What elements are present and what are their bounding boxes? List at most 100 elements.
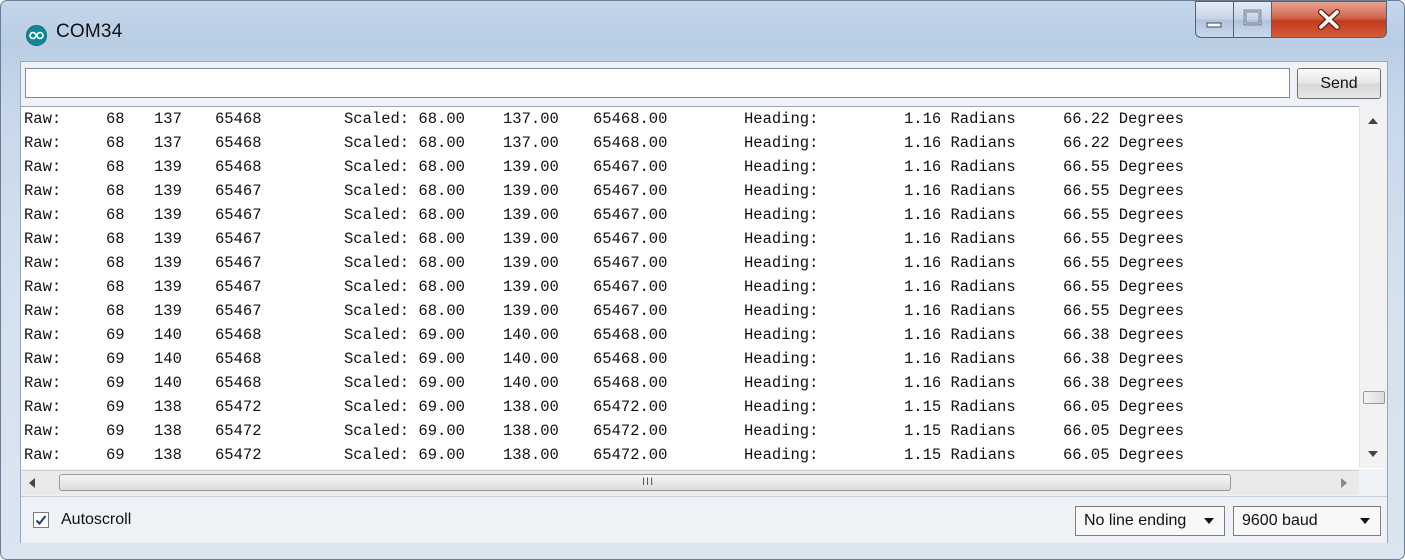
heading-degrees: 66.05 Degrees: [1063, 398, 1184, 416]
raw-y-value: 140: [154, 326, 182, 344]
scroll-left-icon[interactable]: [29, 478, 35, 488]
scaled-x-value: Scaled: 69.00: [344, 398, 465, 416]
close-icon: [1318, 9, 1340, 30]
heading-label: Heading:: [744, 326, 819, 344]
scroll-grip: III: [642, 476, 655, 488]
scaled-y-value: 140.00: [503, 350, 559, 368]
heading-label: Heading:: [744, 230, 819, 248]
heading-degrees: 66.22 Degrees: [1063, 110, 1184, 128]
chevron-down-icon: [1360, 518, 1370, 524]
raw-z-value: 65467: [215, 206, 262, 224]
output-line: Raw: 69 138 65472 Scaled: 69.00 138.00 65472.0…: [21, 395, 1385, 419]
scaled-y-value: 137.00: [503, 134, 559, 152]
output-line: Raw: 69 138 65472 Scaled: 69.00 138.00 65472.0…: [21, 443, 1385, 467]
scaled-z-value: 65468.00: [593, 374, 668, 392]
scaled-x-value: Scaled: 69.00: [344, 422, 465, 440]
raw-y-value: 140: [154, 374, 182, 392]
raw-y-value: 137: [154, 134, 182, 152]
raw-x-value: 69: [106, 422, 125, 440]
send-input[interactable]: [25, 68, 1290, 98]
heading-label: Heading:: [744, 398, 819, 416]
scaled-x-value: Scaled: 69.00: [344, 326, 465, 344]
row-label-raw: Raw:: [24, 182, 62, 200]
heading-radians: 1.15 Radians: [904, 446, 1016, 464]
scroll-down-icon[interactable]: [1368, 451, 1378, 457]
heading-label: Heading:: [744, 110, 819, 128]
heading-label: Heading:: [744, 158, 819, 176]
heading-label: Heading:: [744, 134, 819, 152]
baud-rate-select[interactable]: 9600 baud: [1233, 506, 1381, 536]
raw-y-value: 139: [154, 158, 182, 176]
raw-x-value: 69: [106, 326, 125, 344]
scroll-right-icon[interactable]: [1341, 478, 1347, 488]
heading-degrees: 66.55 Degrees: [1063, 302, 1184, 320]
checkmark-icon: [35, 515, 47, 525]
heading-degrees: 66.38 Degrees: [1063, 326, 1184, 344]
raw-x-value: 68: [106, 302, 125, 320]
serial-monitor-panel: Send Raw: 68 137 65468 Scaled: 68.00 137.00 65…: [20, 61, 1388, 543]
raw-z-value: 65467: [215, 254, 262, 272]
raw-x-value: 68: [106, 206, 125, 224]
raw-y-value: 138: [154, 446, 182, 464]
heading-degrees: 66.55 Degrees: [1063, 206, 1184, 224]
row-label-raw: Raw:: [24, 350, 62, 368]
row-label-raw: Raw:: [24, 374, 62, 392]
raw-x-value: 69: [106, 398, 125, 416]
heading-radians: 1.15 Radians: [904, 422, 1016, 440]
send-button[interactable]: Send: [1297, 68, 1381, 99]
maximize-icon: [1243, 9, 1262, 26]
autoscroll-label: Autoscroll: [61, 511, 132, 528]
raw-y-value: 139: [154, 302, 182, 320]
maximize-button[interactable]: [1233, 1, 1272, 38]
heading-label: Heading:: [744, 446, 819, 464]
scaled-y-value: 138.00: [503, 446, 559, 464]
minimize-button[interactable]: [1195, 1, 1234, 38]
heading-radians: 1.16 Radians: [904, 182, 1016, 200]
scaled-x-value: Scaled: 68.00: [344, 278, 465, 296]
scaled-x-value: Scaled: 69.00: [344, 350, 465, 368]
raw-z-value: 65472: [215, 446, 262, 464]
heading-label: Heading:: [744, 182, 819, 200]
scaled-y-value: 139.00: [503, 230, 559, 248]
heading-radians: 1.16 Radians: [904, 230, 1016, 248]
raw-z-value: 65467: [215, 230, 262, 248]
scaled-x-value: Scaled: 69.00: [344, 374, 465, 392]
close-button[interactable]: [1271, 1, 1387, 38]
scaled-y-value: 139.00: [503, 302, 559, 320]
autoscroll-checkbox[interactable]: [33, 512, 49, 528]
heading-degrees: 66.55 Degrees: [1063, 182, 1184, 200]
line-ending-select[interactable]: No line ending: [1075, 506, 1225, 536]
raw-z-value: 65468: [215, 326, 262, 344]
heading-radians: 1.16 Radians: [904, 374, 1016, 392]
vertical-scrollbar[interactable]: [1359, 106, 1386, 468]
heading-radians: 1.16 Radians: [904, 302, 1016, 320]
scaled-z-value: 65467.00: [593, 182, 668, 200]
title-bar[interactable]: COM34: [1, 1, 1404, 59]
arduino-icon: [26, 25, 47, 46]
raw-z-value: 65468: [215, 350, 262, 368]
scaled-x-value: Scaled: 68.00: [344, 134, 465, 152]
scaled-z-value: 65467.00: [593, 278, 668, 296]
raw-z-value: 65468: [215, 374, 262, 392]
serial-output[interactable]: Raw: 68 137 65468 Scaled: 68.00 137.00 65468.0…: [21, 106, 1385, 469]
heading-degrees: 66.05 Degrees: [1063, 422, 1184, 440]
heading-label: Heading:: [744, 374, 819, 392]
horizontal-scroll-thumb[interactable]: III: [59, 474, 1231, 491]
horizontal-scrollbar[interactable]: III: [21, 470, 1359, 495]
scaled-y-value: 139.00: [503, 182, 559, 200]
scaled-z-value: 65472.00: [593, 398, 668, 416]
scaled-z-value: 65468.00: [593, 110, 668, 128]
heading-degrees: 66.38 Degrees: [1063, 374, 1184, 392]
heading-radians: 1.16 Radians: [904, 110, 1016, 128]
scroll-up-icon[interactable]: [1368, 118, 1378, 124]
row-label-raw: Raw:: [24, 158, 62, 176]
row-label-raw: Raw:: [24, 422, 62, 440]
scaled-x-value: Scaled: 68.00: [344, 254, 465, 272]
raw-z-value: 65467: [215, 278, 262, 296]
window-title: COM34: [56, 21, 123, 42]
scaled-x-value: Scaled: 68.00: [344, 110, 465, 128]
vertical-scroll-thumb[interactable]: [1363, 391, 1385, 404]
heading-radians: 1.16 Radians: [904, 326, 1016, 344]
output-line: Raw: 69 138 65472 Scaled: 69.00 138.00 65472.0…: [21, 419, 1385, 443]
heading-degrees: 66.55 Degrees: [1063, 278, 1184, 296]
